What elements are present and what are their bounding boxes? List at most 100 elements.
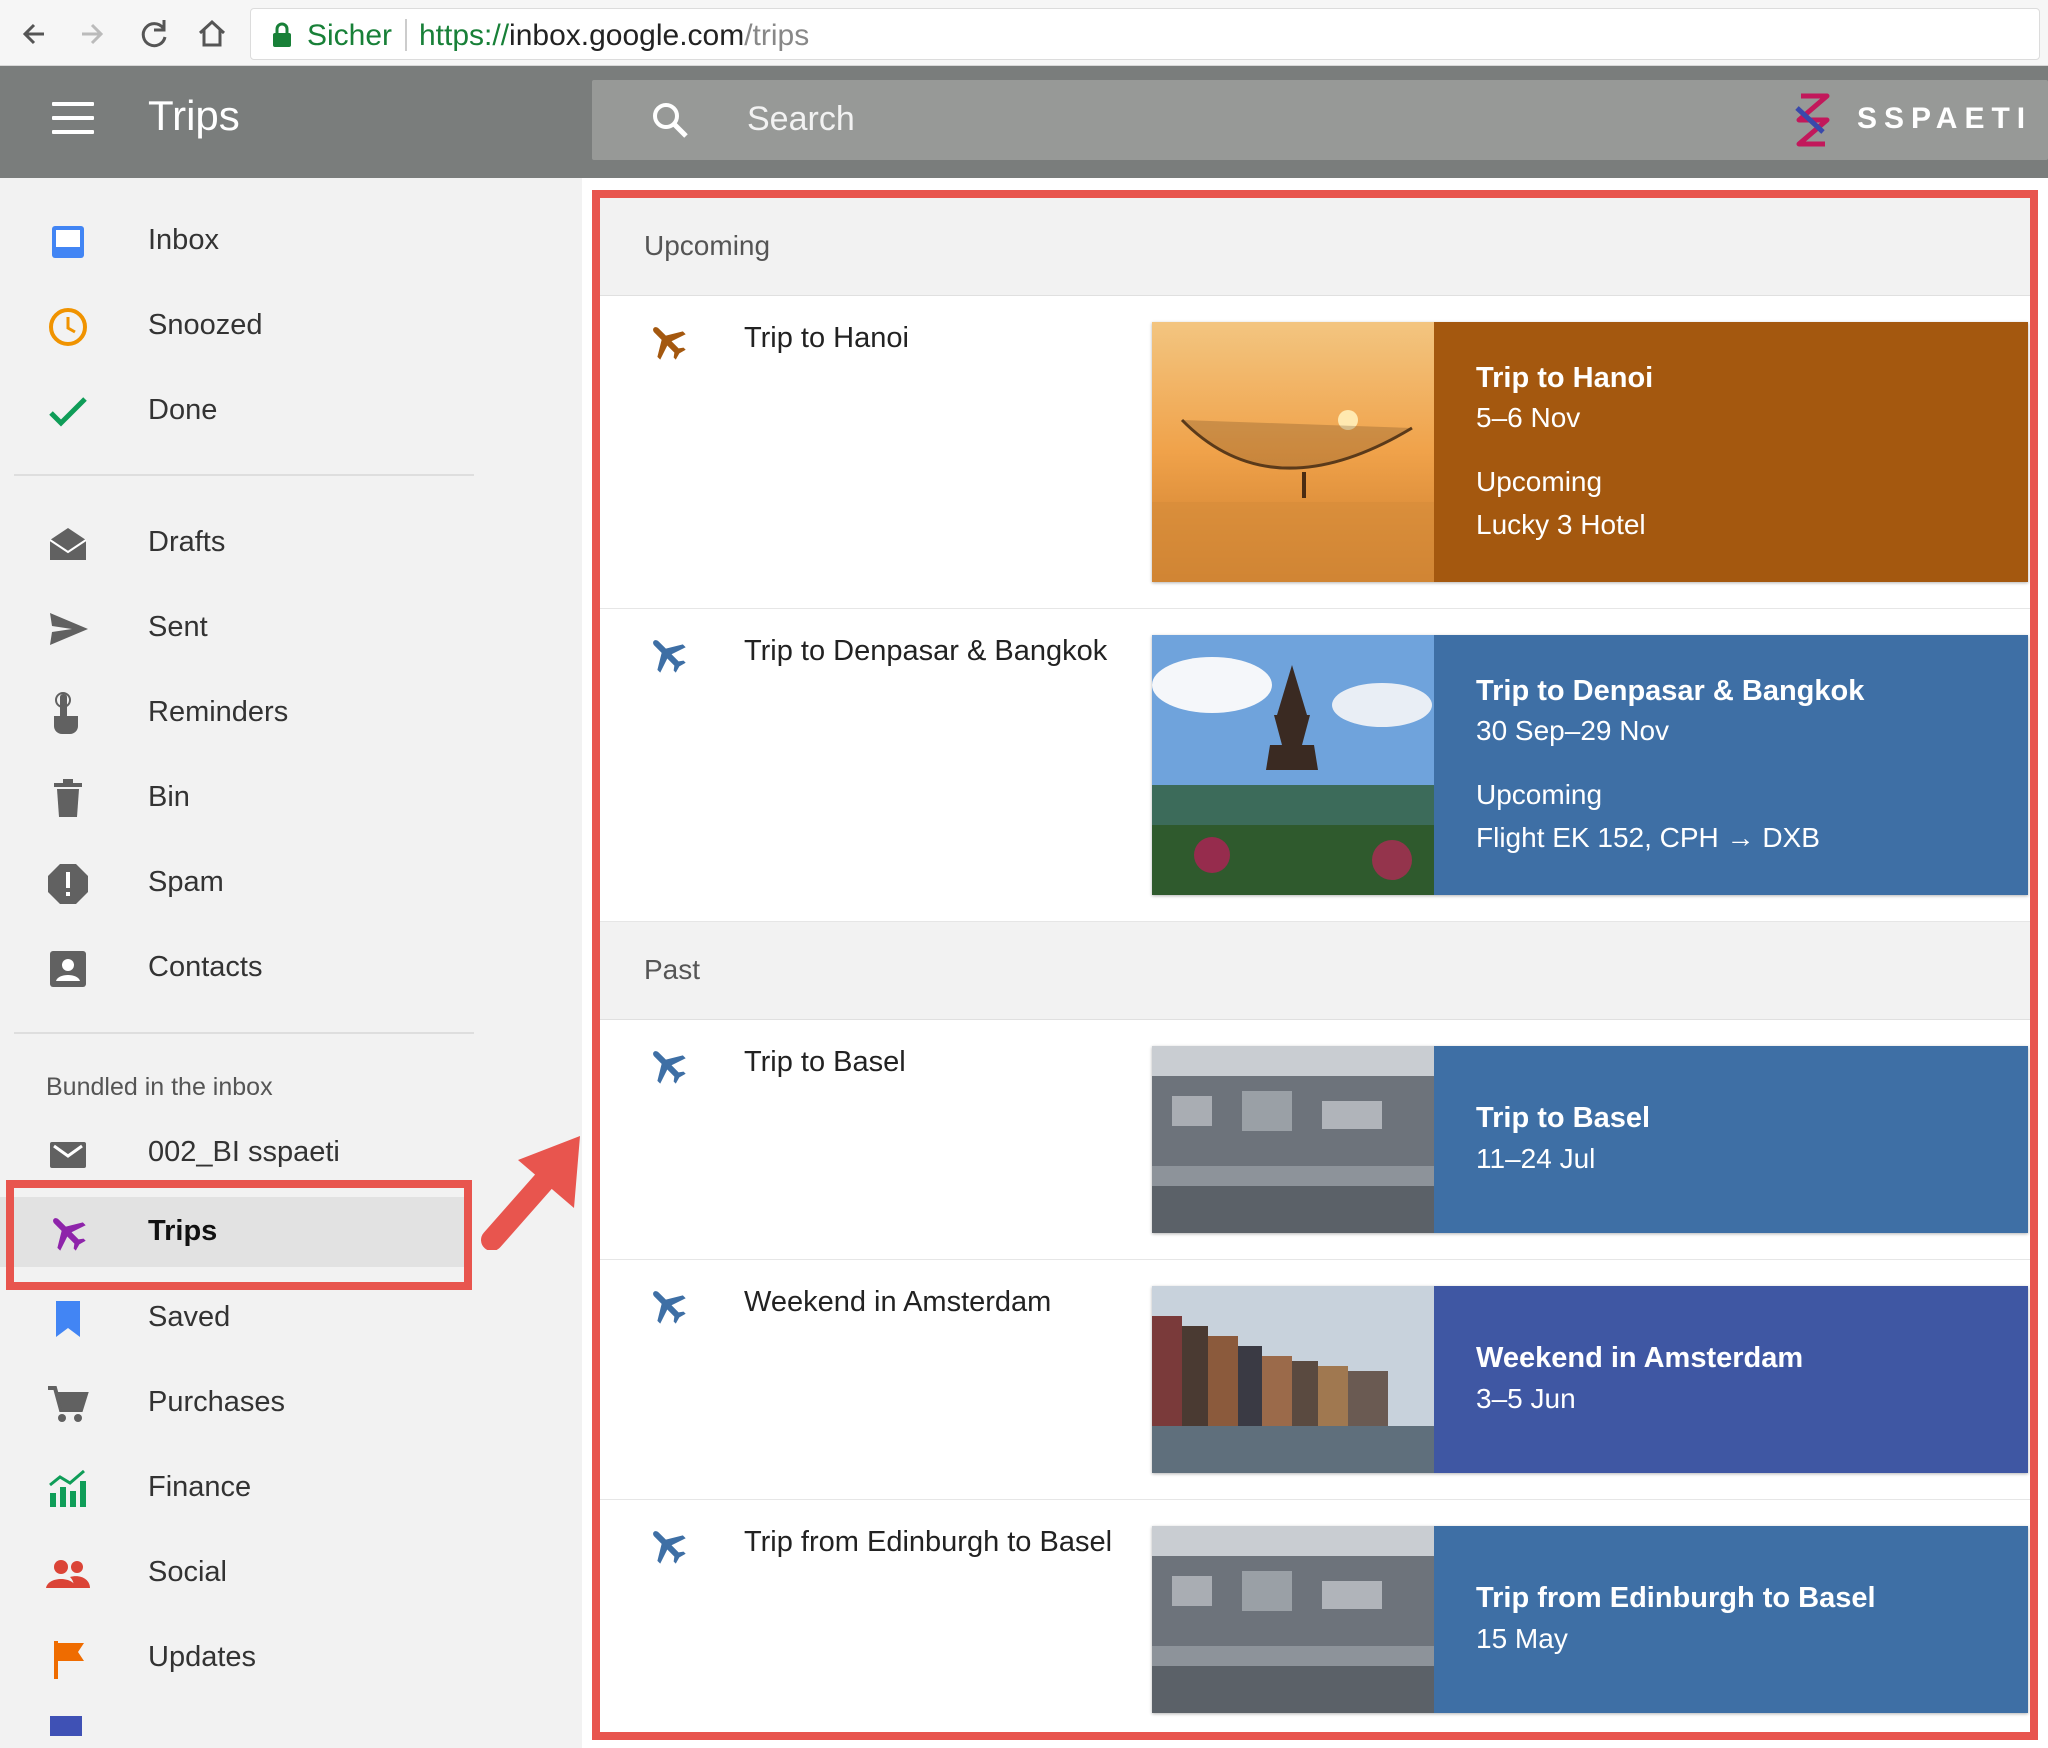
- home-icon: [198, 19, 226, 47]
- sidebar-item-saved[interactable]: Saved: [0, 1283, 470, 1353]
- sidebar-item-contacts[interactable]: Contacts: [0, 933, 470, 1003]
- sidebar-item-partial[interactable]: [0, 1708, 470, 1748]
- back-button[interactable]: [14, 14, 54, 54]
- plane-icon: [644, 318, 692, 366]
- url-host: inbox.google.com: [509, 19, 745, 52]
- sidebar-item-bin[interactable]: Bin: [0, 763, 470, 833]
- trip-row-amsterdam[interactable]: Weekend in Amsterdam Weekend in Amsterda…: [600, 1260, 2030, 1500]
- sidebar-item-snoozed[interactable]: Snoozed: [0, 291, 470, 361]
- trip-row-hanoi[interactable]: Trip to Hanoi Trip to Hanoi 5–6 Nov Upco…: [600, 296, 2030, 609]
- section-label: Past: [644, 954, 701, 985]
- trip-card-hanoi[interactable]: Trip to Hanoi 5–6 Nov Upcoming Lucky 3 H…: [1152, 322, 2028, 582]
- sidebar-item-label: Social: [148, 1556, 227, 1588]
- card-title: Weekend in Amsterdam: [1476, 1342, 1804, 1374]
- plane-icon: [644, 1522, 692, 1570]
- trip-card-body: Trip to Hanoi 5–6 Nov Upcoming Lucky 3 H…: [1434, 322, 2028, 582]
- trip-image-amsterdam: [1152, 1286, 1434, 1473]
- plane-icon: [644, 1282, 692, 1330]
- trip-row-denpasar-bangkok[interactable]: Trip to Denpasar & Bangkok Trip to Denpa…: [600, 609, 2030, 922]
- trip-row-edinburgh-basel[interactable]: Trip from Edinburgh to Basel Trip from E…: [600, 1500, 2030, 1732]
- sidebar-item-social[interactable]: Social: [0, 1538, 470, 1608]
- mail-bundle-icon: [44, 1130, 92, 1178]
- trip-name: Trip from Edinburgh to Basel: [744, 1526, 1113, 1558]
- reload-button[interactable]: [134, 14, 174, 54]
- brand-name: SSPAETI: [1857, 102, 2033, 135]
- sidebar-item-reminders[interactable]: Reminders: [0, 678, 470, 748]
- trip-row-basel[interactable]: Trip to Basel Trip to Basel 11–24 Jul: [600, 1020, 2030, 1260]
- card-title: Trip to Basel: [1476, 1102, 1651, 1134]
- forward-button[interactable]: [72, 14, 112, 54]
- send-icon: [44, 605, 92, 653]
- search-input[interactable]: Search: [747, 100, 855, 139]
- sidebar-item-updates[interactable]: Updates: [0, 1623, 470, 1693]
- annotation-arrow-icon: [481, 1136, 580, 1250]
- sidebar-item-002-bi-sspaeti[interactable]: 002_BI sspaeti: [0, 1118, 470, 1188]
- trip-image-basel: [1152, 1046, 1434, 1233]
- sidebar-item-purchases[interactable]: Purchases: [0, 1368, 470, 1438]
- trip-card-body: Trip from Edinburgh to Basel 15 May: [1434, 1526, 2028, 1713]
- trip-card-denpasar-bangkok[interactable]: Trip to Denpasar & Bangkok 30 Sep–29 Nov…: [1152, 635, 2028, 895]
- section-header-past: Past: [600, 922, 2030, 1020]
- app-header: Trips Search SSPAETI: [0, 66, 2048, 178]
- trip-card-amsterdam[interactable]: Weekend in Amsterdam 3–5 Jun: [1152, 1286, 2028, 1473]
- back-arrow-icon: [22, 23, 44, 45]
- card-dates: 15 May: [1476, 1623, 1568, 1654]
- sidebar-item-label: Updates: [148, 1641, 257, 1673]
- url-path: /trips: [744, 19, 810, 52]
- section-label: Upcoming: [644, 230, 771, 261]
- reload-icon: [141, 20, 167, 48]
- drafts-icon: [44, 520, 92, 568]
- sidebar-item-label: Reminders: [148, 696, 289, 728]
- clock-icon: [44, 303, 92, 351]
- address-bar[interactable]: Sicher https://inbox.google.com/trips: [250, 8, 2040, 60]
- cart-icon: [44, 1380, 92, 1428]
- trip-card-edinburgh-basel[interactable]: Trip from Edinburgh to Basel 15 May: [1152, 1526, 2028, 1713]
- forum-icon: [44, 1710, 92, 1748]
- sidebar-item-label: Sent: [148, 611, 208, 643]
- sidebar-item-label: Snoozed: [148, 309, 263, 341]
- card-dates: 5–6 Nov: [1476, 402, 1581, 433]
- trip-card-body: Trip to Denpasar & Bangkok 30 Sep–29 Nov…: [1434, 635, 2028, 895]
- sidebar-item-label: Inbox: [148, 224, 219, 256]
- sidebar-item-done[interactable]: Done: [0, 376, 470, 446]
- plane-icon: [644, 1042, 692, 1090]
- section-header-upcoming: Upcoming: [600, 198, 2030, 296]
- page-title: Trips: [148, 92, 240, 139]
- sidebar-item-label: Saved: [148, 1301, 231, 1333]
- sidebar-item-finance[interactable]: Finance: [0, 1453, 470, 1523]
- card-dates: 30 Sep–29 Nov: [1476, 715, 1670, 746]
- sidebar-item-label: Drafts: [148, 526, 226, 558]
- sidebar: Inbox Snoozed Done Drafts Sent Reminders…: [0, 178, 582, 1748]
- secure-label: Sicher: [307, 19, 393, 52]
- trip-card-body: Weekend in Amsterdam 3–5 Jun: [1434, 1286, 2028, 1473]
- contacts-icon: [44, 945, 92, 993]
- brand-logo-icon: [1795, 93, 1830, 147]
- card-title: Trip to Denpasar & Bangkok: [1476, 675, 1865, 707]
- lock-icon: [273, 22, 291, 47]
- trip-card-body: Trip to Basel 11–24 Jul: [1434, 1046, 2028, 1233]
- home-button[interactable]: [192, 14, 232, 54]
- sidebar-item-label: Contacts: [148, 951, 263, 983]
- search-bar[interactable]: Search SSPAETI: [592, 80, 2048, 160]
- card-title: Trip from Edinburgh to Basel: [1476, 1582, 1876, 1614]
- card-status: Upcoming: [1476, 466, 1603, 497]
- trip-name: Trip to Denpasar & Bangkok: [744, 635, 1108, 667]
- sidebar-item-inbox[interactable]: Inbox: [0, 206, 470, 276]
- sidebar-item-sent[interactable]: Sent: [0, 593, 470, 663]
- plane-icon: [644, 631, 692, 679]
- url-protocol: https://: [419, 19, 510, 52]
- people-icon: [44, 1550, 92, 1598]
- spam-icon: [44, 860, 92, 908]
- sidebar-item-label: Bin: [148, 781, 190, 813]
- trip-image-denpasar: [1152, 635, 1434, 895]
- sidebar-item-spam[interactable]: Spam: [0, 848, 470, 918]
- browser-toolbar: Sicher https://inbox.google.com/trips: [0, 0, 2048, 66]
- sidebar-item-label: Done: [148, 394, 218, 426]
- bookmark-icon: [44, 1295, 92, 1343]
- menu-icon[interactable]: [52, 102, 94, 138]
- sidebar-item-drafts[interactable]: Drafts: [0, 508, 470, 578]
- card-status: Upcoming: [1476, 779, 1603, 810]
- trip-image-edinburgh-basel: [1152, 1526, 1434, 1713]
- trip-card-basel[interactable]: Trip to Basel 11–24 Jul: [1152, 1046, 2028, 1233]
- trip-name: Trip to Basel: [744, 1046, 906, 1078]
